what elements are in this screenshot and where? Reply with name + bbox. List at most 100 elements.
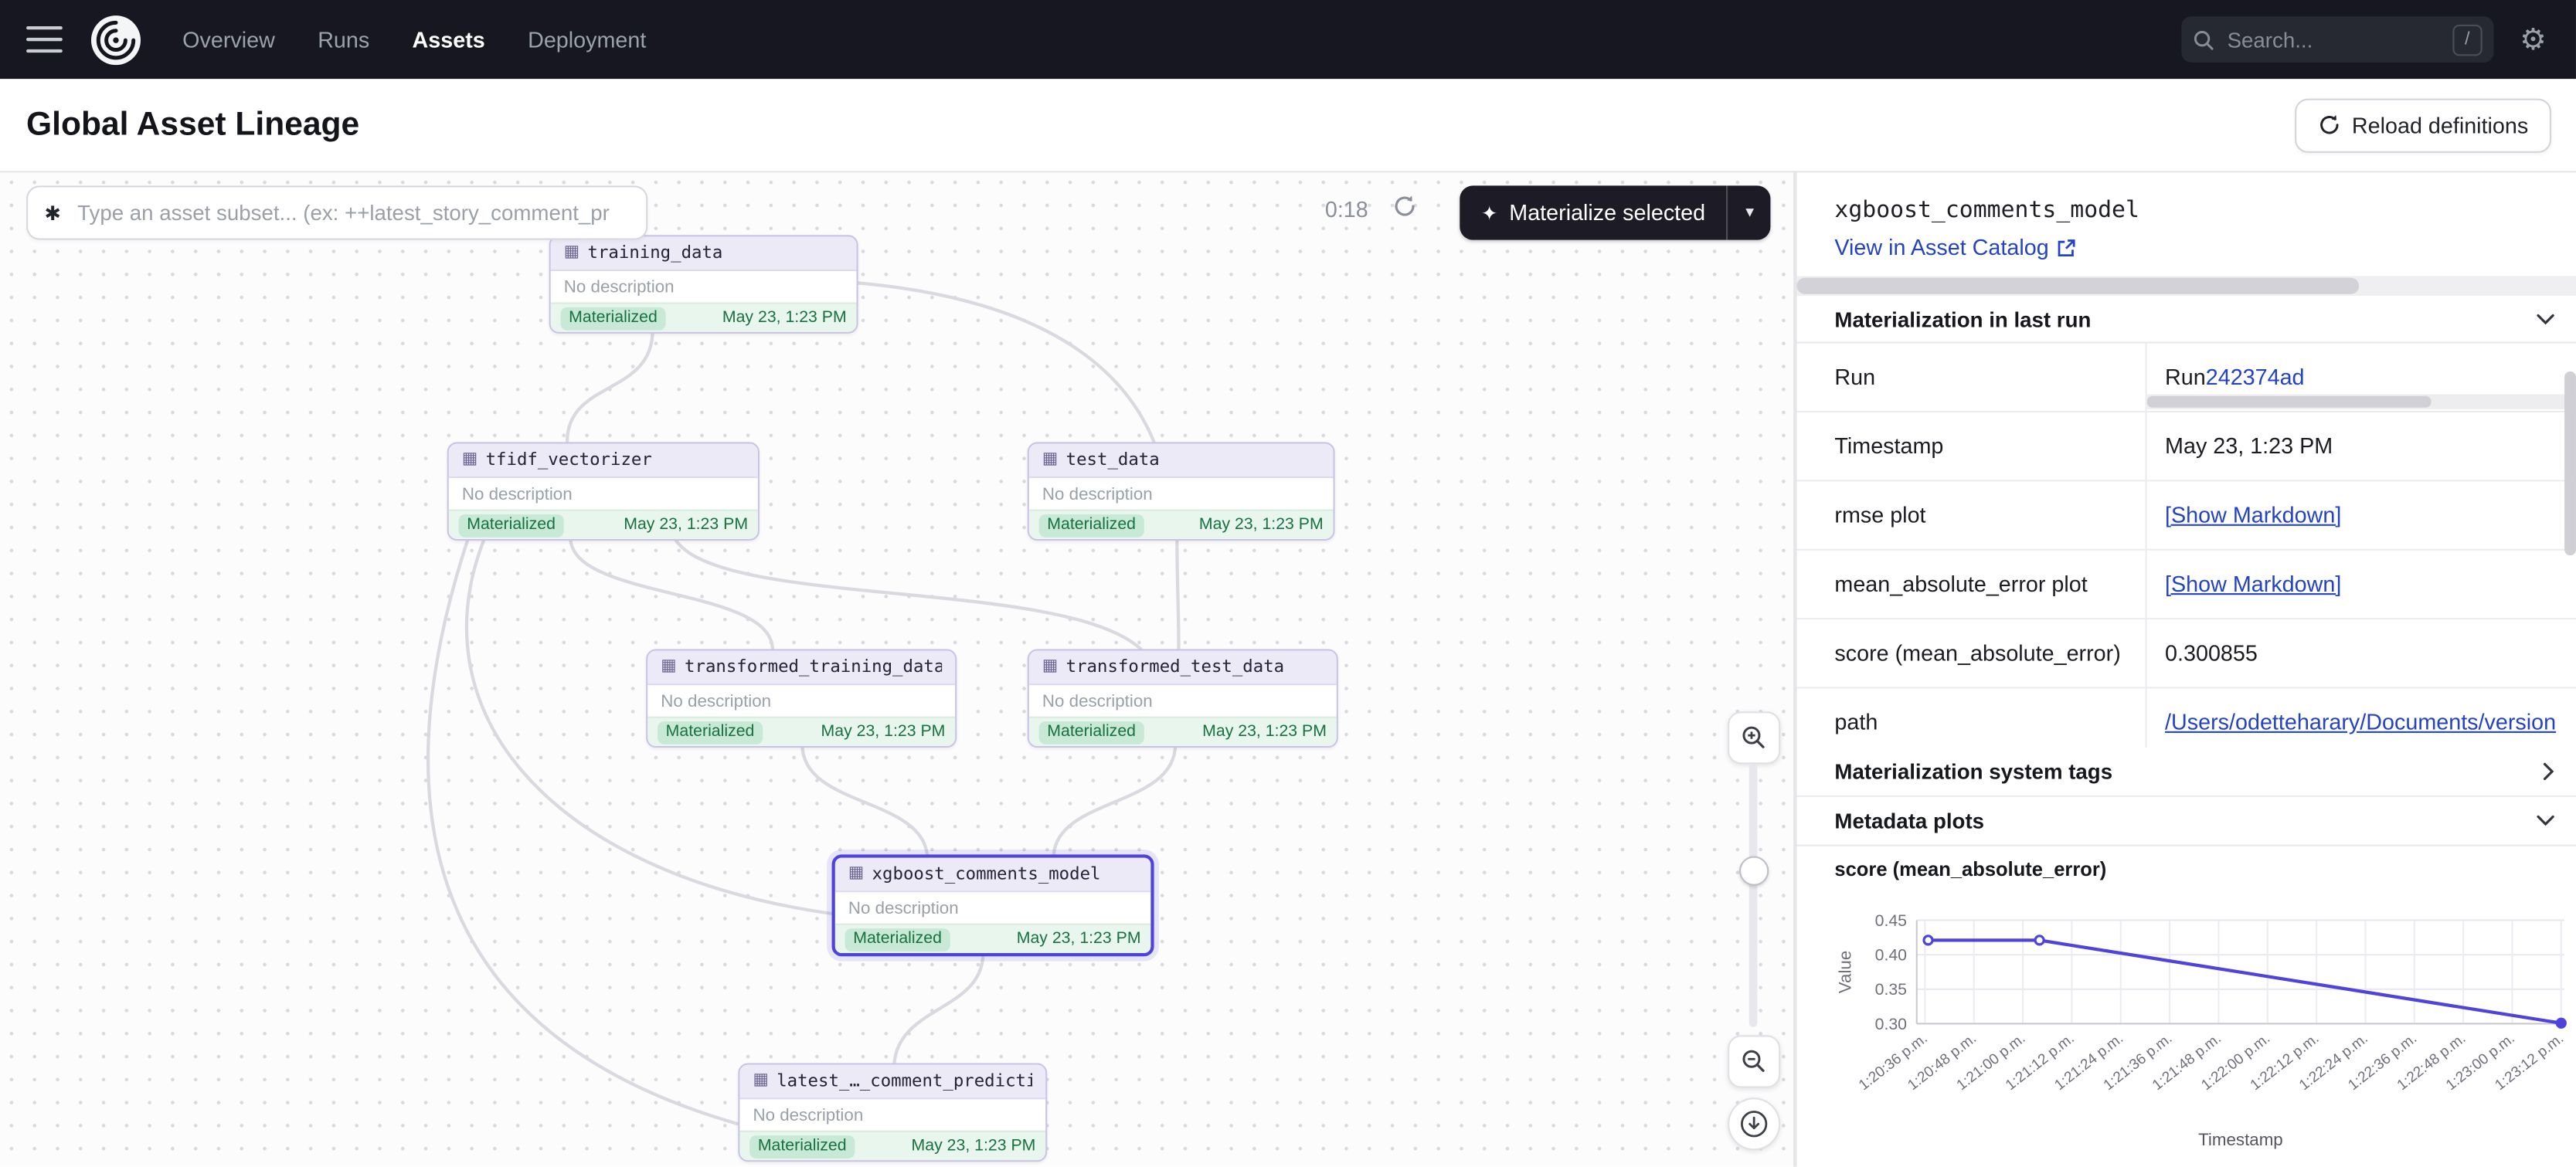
section-label: Materialization in last run	[1834, 307, 2091, 331]
zoom-slider-track[interactable]	[1749, 764, 1758, 1026]
y-tick-label: 0.45	[1875, 911, 1907, 930]
refresh-timer: 0:18	[1325, 197, 1368, 222]
materialize-selected-main[interactable]: ✦ Materialize selected	[1460, 185, 1726, 239]
edge-transformed_test_data-to-xgboost_comments_model	[1054, 745, 1175, 855]
asset-node-header: ▦test_data	[1029, 443, 1334, 478]
asset-name: training_data	[588, 243, 723, 263]
y-tick-label: 0.35	[1875, 980, 1907, 999]
asset-node-header: ▦ transformed_test_data	[1029, 651, 1337, 686]
zoom-slider-thumb[interactable]	[1739, 856, 1769, 885]
dagster-logo-icon[interactable]	[89, 12, 143, 66]
metadata-plot-chart: 0.450.400.350.301:20:36 p.m.1:20:48 p.m.…	[1834, 887, 2576, 1167]
metadata-row-run: RunRun 242374ad	[1796, 344, 2576, 412]
nav-item-overview[interactable]: Overview	[182, 27, 275, 52]
asset-node-transformed_test_data[interactable]: ▦transformed_test_dataNo descriptionMate…	[1028, 649, 1338, 748]
section-materialization-system-tags[interactable]: Materialization system tags	[1796, 748, 2576, 797]
gear-icon[interactable]: ⚙	[2520, 25, 2546, 54]
section-materialization-in-last-run[interactable]: Materialization in last run	[1796, 296, 2576, 344]
asset-node-header: ▦ transformed_training_data	[647, 651, 955, 686]
horizontal-scrollbar[interactable]	[2147, 395, 2576, 409]
view-in-asset-catalog-link[interactable]: View in Asset Catalog	[1834, 235, 2076, 260]
asset-node-header: ▦xgboost_comments_model	[835, 858, 1150, 893]
asset-name: transformed_test_data	[1066, 657, 1284, 677]
asset-details-panel: xgboost_comments_model View in Asset Cat…	[1795, 171, 2576, 1166]
status-badge: Materialized	[845, 928, 950, 951]
refresh-graph-icon[interactable]	[1392, 194, 1417, 219]
scrollbar-thumb[interactable]	[1796, 278, 2359, 294]
vertical-scrollbar[interactable]	[2564, 348, 2576, 940]
metadata-label: rmse plot	[1796, 481, 2145, 548]
selected-asset-title: xgboost_comments_model	[1834, 197, 2139, 223]
op-selector-icon: ✱	[44, 202, 60, 225]
asset-lineage-graph[interactable]: ▦training_dataNo descriptionMaterialized…	[0, 171, 1795, 1166]
materialization-timestamp: May 23, 1:23 PM	[624, 516, 748, 534]
scrollbar-thumb[interactable]	[2564, 371, 2576, 555]
asset-subset-input[interactable]	[74, 198, 630, 226]
run-id-link[interactable]: 242374ad	[2206, 365, 2305, 389]
asset-node-test_data[interactable]: ▦test_dataNo descriptionMaterializedMay …	[1028, 442, 1335, 541]
search-box[interactable]: /	[2181, 16, 2493, 63]
metadata-value: May 23, 1:23 PM	[2146, 412, 2576, 480]
section-label: Metadata plots	[1834, 809, 1984, 833]
asset-status-row: MaterializedMay 23, 1:23 PM	[551, 302, 857, 331]
run-prefix: Run	[2165, 365, 2206, 389]
metadata-row-timestamp: Timestamp May 23, 1:23 PM	[1796, 412, 2576, 481]
asset-node-header: ▦training_data	[551, 236, 857, 271]
asset-node-tfidf_vectorizer[interactable]: ▦tfidf_vectorizerNo descriptionMateriali…	[447, 442, 760, 541]
asset-node-training_data[interactable]: ▦training_dataNo descriptionMaterialized…	[549, 235, 858, 334]
asset-node-transformed_training_data[interactable]: ▦transformed_training_dataNo description…	[646, 649, 957, 748]
recenter-button[interactable]	[1728, 1097, 1780, 1150]
topnav-items: Overview Runs Assets Deployment	[182, 27, 646, 52]
asset-node-xgboost_comments_model[interactable]: ▦xgboost_comments_modelNo descriptionMat…	[832, 854, 1154, 956]
metadata-value-link[interactable]: /Users/odetteharary/Documents/version	[2165, 710, 2556, 734]
metadata-value: [Show Markdown]	[2146, 481, 2576, 548]
asset-description: No description	[1029, 478, 1334, 509]
metadata-value-link[interactable]: [Show Markdown]	[2165, 572, 2341, 596]
asset-name: tfidf_vectorizer	[486, 450, 652, 470]
asset-name: test_data	[1066, 450, 1160, 470]
nav-item-assets[interactable]: Assets	[413, 27, 485, 52]
table-icon: ▦	[753, 1073, 768, 1089]
table-icon: ▦	[661, 659, 676, 675]
metadata-value: Run 242374ad	[2146, 344, 2576, 411]
topnav-right: / ⚙	[2181, 16, 2576, 63]
asset-description: No description	[1029, 685, 1337, 716]
dagster-app: Overview Runs Assets Deployment / ⚙ Global …	[0, 0, 2576, 1167]
materialize-dropdown-caret[interactable]: ▾	[1727, 185, 1771, 239]
table-icon: ▦	[1042, 659, 1058, 675]
hamburger-menu-icon[interactable]	[26, 26, 63, 53]
materialization-timestamp: May 23, 1:23 PM	[1199, 516, 1324, 534]
metadata-label: path	[1796, 688, 2145, 755]
edge-training_data-to-test_data	[855, 283, 1154, 442]
metadata-label: mean_absolute_error plot	[1796, 551, 2145, 618]
section-metadata-plots[interactable]: Metadata plots	[1796, 797, 2576, 846]
asset-subset-filter[interactable]: ✱	[26, 185, 647, 239]
asset-description: No description	[551, 271, 857, 302]
materialization-timestamp: May 23, 1:23 PM	[1017, 930, 1141, 948]
metadata-value-text: May 23, 1:23 PM	[2165, 434, 2333, 459]
materialize-selected-label: Materialize selected	[1509, 201, 1705, 226]
table-icon: ▦	[848, 866, 864, 882]
zoom-out-icon	[1741, 1048, 1767, 1074]
nav-item-deployment[interactable]: Deployment	[528, 27, 646, 52]
nav-item-runs[interactable]: Runs	[318, 27, 369, 52]
horizontal-scrollbar[interactable]	[1796, 276, 2576, 296]
metadata-label: score (mean_absolute_error)	[1796, 619, 2145, 687]
scrollbar-thumb[interactable]	[2147, 396, 2432, 408]
asset-name: transformed_training_data	[685, 657, 942, 677]
materialize-selected-button[interactable]: ✦ Materialize selected ▾	[1460, 185, 1771, 239]
asset-node-latest_comment_predictions[interactable]: ▦latest_…_comment_predictionsNo descript…	[738, 1064, 1047, 1162]
metadata-label: Timestamp	[1796, 412, 2145, 480]
status-badge: Materialized	[749, 1135, 855, 1158]
asset-status-row: MaterializedMay 23, 1:23 PM	[1029, 510, 1334, 539]
chevron-right-icon	[2543, 762, 2554, 780]
page-header: Global Asset Lineage Reload definitions	[0, 79, 2576, 172]
edge-xgboost_comments_model-to-latest_comment_predictions	[894, 953, 983, 1064]
search-input[interactable]	[2224, 25, 2442, 53]
zoom-out-button[interactable]	[1728, 1035, 1780, 1087]
refresh-icon	[2317, 114, 2340, 137]
reload-definitions-button[interactable]: Reload definitions	[2294, 98, 2551, 152]
zoom-in-button[interactable]	[1728, 711, 1780, 764]
metadata-value-link[interactable]: [Show Markdown]	[2165, 503, 2341, 528]
data-point	[2035, 936, 2044, 945]
